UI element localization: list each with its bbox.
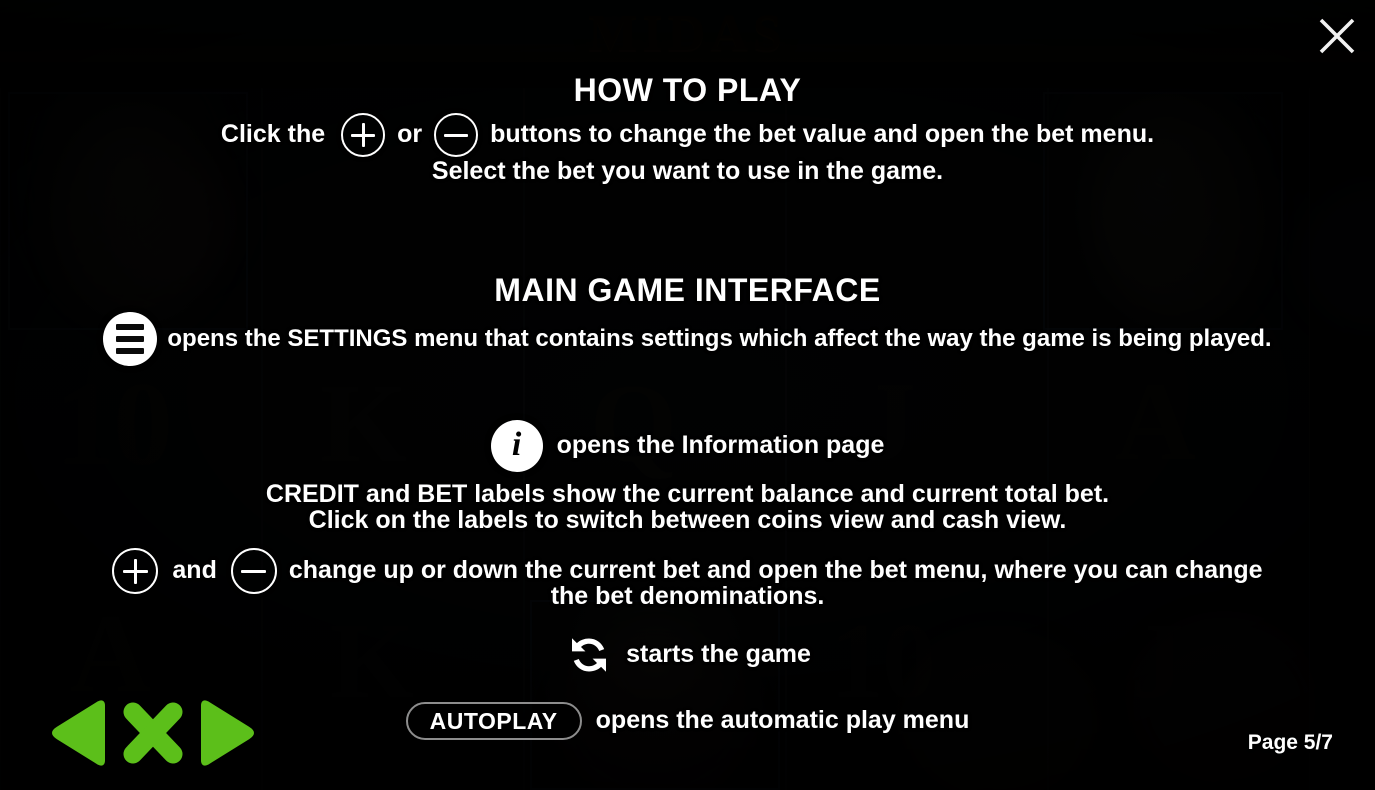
autoplay-button[interactable]: AUTOPLAY <box>405 702 582 740</box>
help-content: HOW TO PLAY Click the or buttons to chan… <box>0 0 1375 790</box>
how-to-play-line-1: Click the or buttons to change the bet v… <box>0 113 1375 157</box>
settings-row: opens the SETTINGS menu that contains se… <box>0 312 1375 366</box>
next-page-arrow[interactable] <box>194 697 258 774</box>
page-title-how-to-play: HOW TO PLAY <box>573 72 802 108</box>
help-navigation <box>48 697 258 774</box>
close-help-x[interactable] <box>120 697 186 774</box>
info-circle-icon[interactable]: i <box>490 420 543 472</box>
info-row: i opens the Information page <box>0 420 1375 472</box>
close-icon[interactable] <box>1311 10 1363 62</box>
plus-circle-icon[interactable] <box>341 113 386 157</box>
or-label: or <box>397 120 423 149</box>
spin-row-text: starts the game <box>626 640 811 669</box>
click-the-label: Click the <box>220 120 326 149</box>
how-to-play-line-2-text: Select the bet you want to use in the ga… <box>431 157 944 185</box>
how-to-play-line-1-text: buttons to change the bet value and open… <box>490 120 1155 149</box>
minus-circle-icon[interactable] <box>434 113 479 157</box>
help-overlay-screen: MIDAS 10 K Q J A A K 10 J <box>0 0 1375 790</box>
section-title-main-game-interface: MAIN GAME INTERFACE <box>494 272 881 308</box>
page-indicator: Page 5/7 <box>1247 731 1333 754</box>
settings-row-text: opens the SETTINGS menu that contains se… <box>167 324 1272 352</box>
credit-bet-line-2: Click on the labels to switch between co… <box>308 506 1067 534</box>
how-to-play-line-2: Select the bet you want to use in the ga… <box>0 157 1375 187</box>
spin-refresh-icon[interactable] <box>564 630 614 680</box>
autoplay-row-text: opens the automatic play menu <box>595 706 970 735</box>
info-row-text: opens the Information page <box>556 431 885 460</box>
bet-change-row-line-2: the bet denominations. <box>550 582 825 610</box>
settings-hamburger-icon[interactable] <box>103 312 158 366</box>
spin-row: starts the game <box>0 630 1375 680</box>
prev-page-arrow[interactable] <box>48 697 112 774</box>
